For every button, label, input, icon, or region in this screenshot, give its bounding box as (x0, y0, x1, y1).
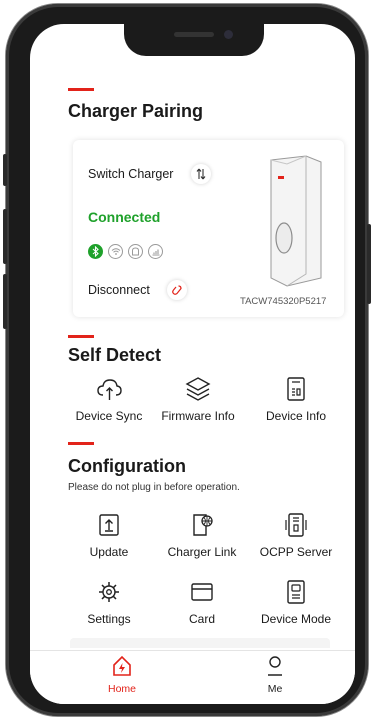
section-accent-bar (68, 442, 94, 445)
charger-link-label: Charger Link (167, 545, 237, 559)
ocpp-server-icon (285, 513, 307, 537)
cloud-sync-icon (97, 379, 122, 400)
disconnect-label: Disconnect (88, 283, 150, 297)
bottom-tab-bar: Home Me (30, 650, 355, 704)
device-sync-label: Device Sync (75, 409, 143, 423)
front-camera (224, 30, 233, 39)
firmware-info-label: Firmware Info (161, 409, 235, 423)
card-label: Card (188, 612, 215, 626)
device-info-label: Device Info (265, 409, 327, 423)
home-icon (113, 655, 131, 676)
gear-icon (99, 582, 119, 602)
device-mode-label: Device Mode (260, 612, 332, 626)
app-screen: Charger Pairing Switch Charger Connected (30, 24, 355, 704)
configuration-note: Please do not plug in before operation. (68, 482, 240, 493)
switch-charger-label: Switch Charger (88, 167, 174, 181)
section-accent-bar (68, 88, 94, 91)
self-detect-title: Self Detect (68, 345, 162, 365)
ocpp-server-label: OCPP Server (259, 545, 333, 559)
tab-me[interactable]: Me (235, 655, 315, 695)
card-icon (191, 583, 213, 601)
user-icon (268, 656, 282, 676)
device-mode-icon (287, 580, 305, 604)
tab-home-label: Home (107, 683, 136, 695)
bluetooth-icon[interactable] (88, 244, 103, 259)
speaker (174, 32, 214, 37)
volume-up-button (3, 209, 7, 264)
wifi-icon[interactable] (108, 244, 123, 259)
charger-pairing-title: Charger Pairing (68, 101, 204, 121)
mute-switch (3, 154, 7, 186)
card-button[interactable]: Card (154, 579, 250, 626)
notch (124, 22, 264, 56)
phone-frame: Charger Pairing Switch Charger Connected (3, 4, 371, 716)
switch-charger-button[interactable] (191, 164, 211, 184)
scroll-peek-next-section (70, 638, 330, 648)
tab-me-label: Me (267, 683, 283, 695)
power-button (367, 224, 371, 304)
charger-link-icon (193, 514, 213, 536)
brand-logo (278, 176, 284, 179)
section-accent-bar (68, 335, 94, 338)
swap-arrows-icon (196, 168, 206, 180)
device-info-button[interactable]: Device Info (248, 376, 344, 423)
update-label: Update (89, 545, 129, 559)
configuration-title: Configuration (68, 456, 186, 476)
disconnect-button[interactable] (167, 280, 187, 300)
charger-link-button[interactable]: Charger Link (154, 512, 250, 559)
charger-pairing-card: Switch Charger Connected Disconnect TACW… (73, 140, 344, 317)
ocpp-server-button[interactable]: OCPP Server (248, 512, 344, 559)
device-info-icon (287, 377, 305, 401)
volume-down-button (3, 274, 7, 329)
device-sync-button[interactable]: Device Sync (61, 376, 157, 423)
cellular-icon[interactable] (148, 244, 163, 259)
update-button[interactable]: Update (61, 512, 157, 559)
device-mode-button[interactable]: Device Mode (248, 579, 344, 626)
wallbox-charger-image (270, 155, 322, 287)
firmware-info-button[interactable]: Firmware Info (150, 376, 246, 423)
ethernet-icon[interactable] (128, 244, 143, 259)
update-icon (99, 514, 119, 536)
connection-status: Connected (88, 209, 161, 225)
settings-button[interactable]: Settings (61, 579, 157, 626)
unlink-icon (172, 285, 182, 295)
tab-home[interactable]: Home (82, 655, 162, 695)
settings-label: Settings (87, 612, 131, 626)
layers-icon (185, 377, 211, 401)
charger-serial-number: TACW745320P5217 (240, 296, 327, 307)
